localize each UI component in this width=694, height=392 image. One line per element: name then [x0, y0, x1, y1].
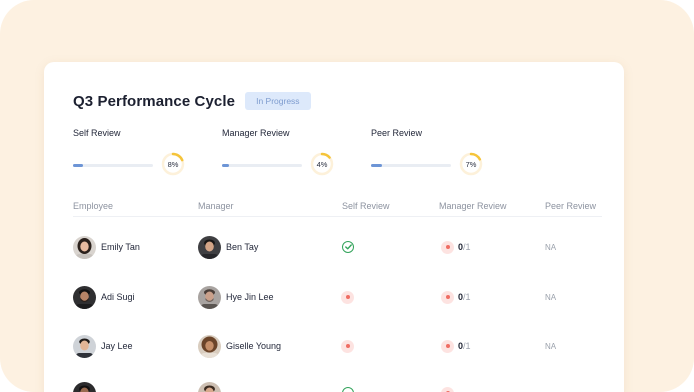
column-header-self-review[interactable]: Self Review	[342, 201, 390, 211]
progress-manager-review: Manager Review 4%	[222, 128, 342, 178]
manager-review-count: 0/1	[458, 341, 471, 351]
performance-cycle-card: Q3 Performance Cycle In Progress Self Re…	[44, 62, 624, 392]
avatar	[73, 334, 96, 358]
manager-cell[interactable]: Giselle Young	[198, 333, 281, 359]
progress-ring: 8%	[161, 152, 185, 176]
progress-percent: 4%	[316, 160, 328, 169]
peer-review-status: NA	[545, 242, 557, 252]
manager-name: Hye Jin Lee	[226, 292, 274, 302]
pending-dot-icon	[441, 290, 454, 304]
status-badge: In Progress	[245, 92, 311, 110]
table-row-partial[interactable]	[44, 380, 624, 392]
self-review-status	[341, 333, 354, 359]
employee-cell[interactable]	[73, 380, 96, 392]
column-header-manager[interactable]: Manager	[198, 201, 234, 211]
table-row[interactable]: Adi Sugi Hye Jin Lee 0/1 NA	[44, 284, 624, 310]
pending-dot-icon	[441, 339, 454, 353]
progress-track	[371, 164, 451, 167]
check-circle-icon	[342, 241, 354, 253]
manager-review-count: 0/1	[458, 242, 471, 252]
progress-ring: 4%	[310, 152, 334, 176]
header-divider	[73, 216, 602, 217]
progress-fill	[371, 164, 383, 167]
employee-name: Emily Tan	[101, 242, 140, 252]
pending-dot-icon	[441, 386, 454, 392]
employee-cell[interactable]: Jay Lee	[73, 333, 133, 359]
manager-cell[interactable]: Hye Jin Lee	[198, 284, 274, 310]
manager-name: Ben Tay	[226, 242, 259, 252]
manager-review-count: 0/1	[458, 292, 471, 302]
column-header-peer-review[interactable]: Peer Review	[545, 201, 596, 211]
progress-percent: 8%	[167, 160, 179, 169]
peer-review-status: NA	[545, 292, 557, 302]
pending-dot-icon	[341, 290, 354, 304]
column-header-manager-review[interactable]: Manager Review	[439, 201, 507, 211]
title-row: Q3 Performance Cycle In Progress	[73, 92, 311, 110]
pending-dot-icon	[341, 339, 354, 353]
progress-label: Self Review	[73, 128, 121, 138]
manager-review-status: 0/1	[441, 284, 471, 310]
table-row[interactable]: Emily Tan Ben Tay 0/1 NA	[44, 234, 624, 260]
avatar	[73, 381, 96, 392]
avatar	[198, 381, 221, 392]
progress-ring: 7%	[459, 152, 483, 176]
avatar	[198, 285, 221, 309]
avatar	[198, 334, 221, 358]
employee-cell[interactable]: Emily Tan	[73, 234, 140, 260]
employee-cell[interactable]: Adi Sugi	[73, 284, 135, 310]
pending-dot-icon	[441, 240, 454, 254]
progress-fill	[222, 164, 230, 167]
manager-review-status: 0/1	[441, 234, 471, 260]
progress-label: Manager Review	[222, 128, 290, 138]
self-review-status	[342, 234, 354, 260]
manager-name: Giselle Young	[226, 341, 282, 351]
self-review-status	[341, 284, 354, 310]
column-header-employee[interactable]: Employee	[73, 201, 113, 211]
progress-label: Peer Review	[371, 128, 423, 138]
employee-name: Adi Sugi	[101, 292, 135, 302]
manager-cell[interactable]: Ben Tay	[198, 234, 258, 260]
peer-review-status: NA	[545, 341, 557, 351]
progress-peer-review: Peer Review 7%	[371, 128, 491, 178]
progress-self-review: Self Review 8%	[73, 128, 193, 178]
manager-cell[interactable]	[198, 380, 221, 392]
avatar	[73, 235, 96, 259]
employee-name: Jay Lee	[101, 341, 133, 351]
progress-fill	[73, 164, 83, 167]
self-review-status	[342, 380, 354, 392]
progress-percent: 7%	[465, 160, 477, 169]
manager-review-status: 0/1	[441, 333, 471, 359]
table-row[interactable]: Jay Lee Giselle Young 0/1 NA	[44, 333, 624, 359]
avatar	[198, 235, 221, 259]
progress-track	[73, 164, 153, 167]
progress-track	[222, 164, 302, 167]
check-circle-icon	[342, 387, 354, 392]
page-title: Q3 Performance Cycle	[73, 92, 236, 110]
avatar	[73, 285, 96, 309]
manager-review-status	[441, 380, 454, 392]
